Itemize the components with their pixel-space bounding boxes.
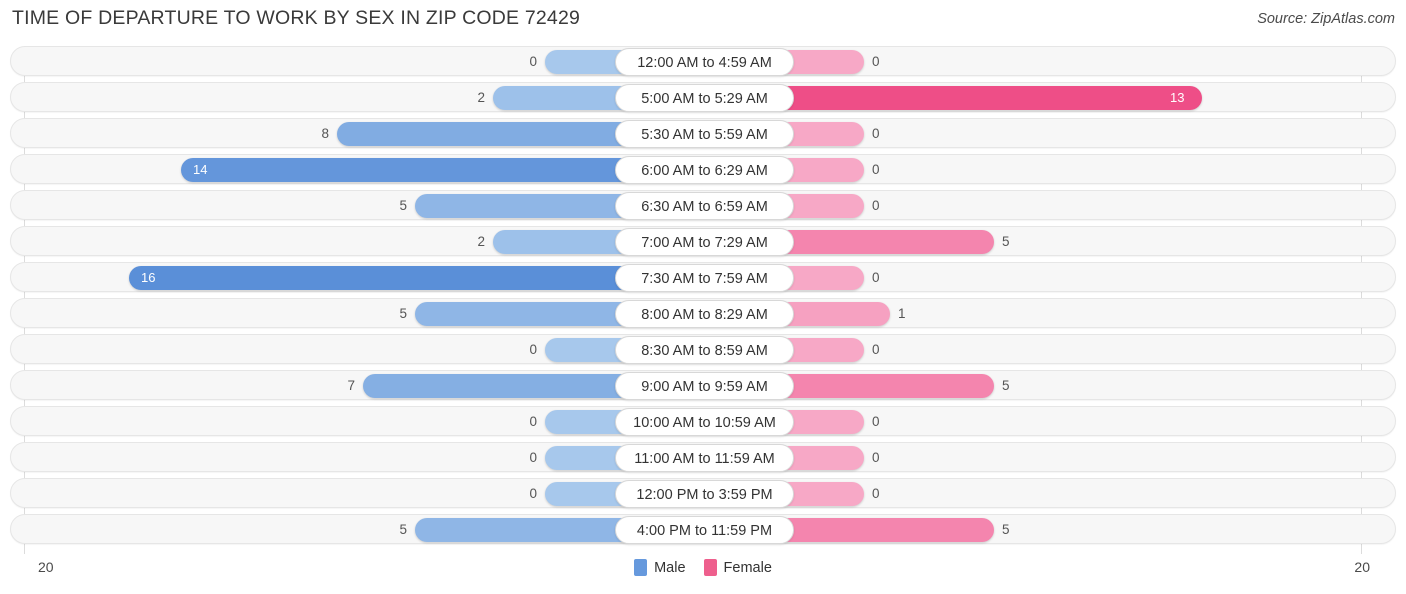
male-value-label: 2: [477, 90, 485, 105]
chart-row: 16 0 7:30 AM to 7:59 AM: [10, 262, 1396, 292]
chart-row: 14 0 6:00 AM to 6:29 AM: [10, 154, 1396, 184]
chart-plot-area: 0 0 12:00 AM to 4:59 AM 2 13 5:00 AM to 5:29 …: [0, 46, 1406, 554]
category-label: 11:00 AM to 11:59 AM: [615, 444, 794, 472]
chart-rows: 0 0 12:00 AM to 4:59 AM 2 13 5:00 AM to 5:29 …: [0, 46, 1406, 550]
legend-item-male[interactable]: Male: [634, 559, 686, 576]
female-value-label: 5: [1002, 378, 1010, 393]
female-value-label: 0: [872, 162, 880, 177]
chart-row: 0 0 12:00 AM to 4:59 AM: [10, 46, 1396, 76]
category-label: 5:30 AM to 5:59 AM: [615, 120, 794, 148]
category-label: 7:30 AM to 7:59 AM: [615, 264, 794, 292]
source-attribution: Source: ZipAtlas.com: [1257, 11, 1395, 27]
category-label: 10:00 AM to 10:59 AM: [615, 408, 794, 436]
female-value-label: 0: [872, 414, 880, 429]
category-label: 12:00 PM to 3:59 PM: [615, 480, 794, 508]
male-bar[interactable]: [493, 230, 629, 254]
legend-label-female: Female: [723, 559, 772, 576]
male-value-label: 14: [193, 162, 208, 177]
male-value-label: 0: [529, 342, 537, 357]
chart-legend: Male Female: [0, 559, 1406, 576]
chart-row: 0 0 10:00 AM to 10:59 AM: [10, 406, 1396, 436]
chart-row: 0 0 12:00 PM to 3:59 PM: [10, 478, 1396, 508]
male-value-label: 2: [477, 234, 485, 249]
female-value-label: 0: [872, 486, 880, 501]
male-bar[interactable]: [415, 518, 629, 542]
male-value-label: 5: [399, 522, 407, 537]
male-value-label: 16: [141, 270, 156, 285]
legend-label-male: Male: [654, 559, 686, 576]
female-value-label: 5: [1002, 234, 1010, 249]
chart-row: 2 5 7:00 AM to 7:29 AM: [10, 226, 1396, 256]
male-bar[interactable]: [181, 158, 629, 182]
male-bar[interactable]: [337, 122, 629, 146]
male-bar[interactable]: [129, 266, 629, 290]
chart-row: 0 0 11:00 AM to 11:59 AM: [10, 442, 1396, 472]
female-bar[interactable]: [780, 302, 890, 326]
male-bar[interactable]: [363, 374, 629, 398]
female-value-label: 0: [872, 126, 880, 141]
female-value-label: 0: [872, 270, 880, 285]
male-value-label: 0: [529, 54, 537, 69]
chart-row: 5 1 8:00 AM to 8:29 AM: [10, 298, 1396, 328]
chart-footer: 20 20 Male Female: [0, 554, 1406, 594]
male-bar[interactable]: [415, 302, 629, 326]
category-label: 8:00 AM to 8:29 AM: [615, 300, 794, 328]
male-bar[interactable]: [493, 86, 629, 110]
female-value-label: 5: [1002, 522, 1010, 537]
category-label: 4:00 PM to 11:59 PM: [615, 516, 794, 544]
male-value-label: 0: [529, 414, 537, 429]
chart-page: TIME OF DEPARTURE TO WORK BY SEX IN ZIP …: [0, 0, 1406, 594]
category-label: 6:30 AM to 6:59 AM: [615, 192, 794, 220]
female-value-label: 0: [872, 54, 880, 69]
chart-row: 0 0 8:30 AM to 8:59 AM: [10, 334, 1396, 364]
female-bar[interactable]: [780, 518, 994, 542]
female-value-label: 0: [872, 198, 880, 213]
male-bar[interactable]: [415, 194, 629, 218]
chart-row: 2 13 5:00 AM to 5:29 AM: [10, 82, 1396, 112]
category-label: 8:30 AM to 8:59 AM: [615, 336, 794, 364]
male-value-label: 5: [399, 198, 407, 213]
category-label: 5:00 AM to 5:29 AM: [615, 84, 794, 112]
chart-row: 8 0 5:30 AM to 5:59 AM: [10, 118, 1396, 148]
chart-row: 5 5 4:00 PM to 11:59 PM: [10, 514, 1396, 544]
chart-row: 5 0 6:30 AM to 6:59 AM: [10, 190, 1396, 220]
category-label: 7:00 AM to 7:29 AM: [615, 228, 794, 256]
chart-row: 7 5 9:00 AM to 9:59 AM: [10, 370, 1396, 400]
female-bar[interactable]: [780, 86, 1202, 110]
male-value-label: 0: [529, 486, 537, 501]
male-value-label: 7: [347, 378, 355, 393]
male-value-label: 5: [399, 306, 407, 321]
male-value-label: 0: [529, 450, 537, 465]
category-label: 12:00 AM to 4:59 AM: [615, 48, 794, 76]
legend-item-female[interactable]: Female: [703, 559, 772, 576]
female-color-swatch: [703, 559, 717, 576]
female-value-label: 0: [872, 450, 880, 465]
category-label: 6:00 AM to 6:29 AM: [615, 156, 794, 184]
female-bar[interactable]: [780, 230, 994, 254]
page-title: TIME OF DEPARTURE TO WORK BY SEX IN ZIP …: [12, 7, 581, 29]
male-value-label: 8: [321, 126, 329, 141]
female-value-label: 1: [898, 306, 906, 321]
male-color-swatch: [634, 559, 648, 576]
female-value-label: 0: [872, 342, 880, 357]
female-bar[interactable]: [780, 374, 994, 398]
female-value-label: 13: [1170, 90, 1185, 105]
category-label: 9:00 AM to 9:59 AM: [615, 372, 794, 400]
